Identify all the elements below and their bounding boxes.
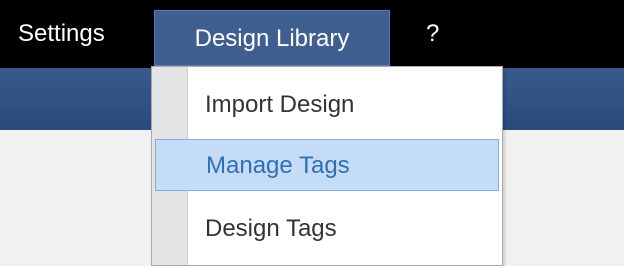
design-library-dropdown: Import Design Manage Tags Design Tags <box>151 66 503 266</box>
menu-item-import-design[interactable]: Import Design <box>152 79 500 131</box>
menu-item-manage-tags[interactable]: Manage Tags <box>155 139 499 191</box>
menu-help[interactable]: ? <box>426 0 439 68</box>
menu-bar: Settings Design Library ? <box>0 0 624 68</box>
menu-design-library[interactable]: Design Library <box>154 10 390 66</box>
menu-item-design-tags[interactable]: Design Tags <box>152 203 500 255</box>
menu-settings[interactable]: Settings <box>18 0 105 68</box>
